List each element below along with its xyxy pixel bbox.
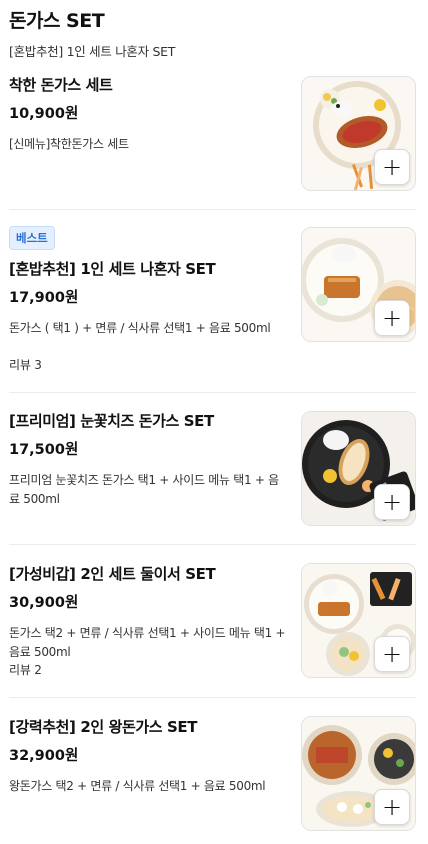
best-badge: 베스트 xyxy=(9,226,55,250)
menu-item-description: 돈가스 ( 택1 ) + 면류 / 식사류 선택1 + 음료 500ml xyxy=(9,321,271,335)
menu-item-price: 32,900원 xyxy=(9,748,79,764)
menu-item-name: 착한 돈가스 세트 xyxy=(9,76,113,94)
add-to-cart-button[interactable]: + xyxy=(374,149,410,185)
menu-item-3[interactable]: [프리미엄] 눈꽃치즈 돈가스 SET 17,500원 프리미엄 눈꽃치즈 돈가… xyxy=(0,410,428,544)
item-divider xyxy=(9,392,416,393)
review-count[interactable]: 리뷰 3 xyxy=(9,356,42,373)
menu-item-price: 10,900원 xyxy=(9,106,79,122)
menu-item-info: [가성비갑] 2인 세트 둘이서 SET 30,900원 돈가스 택2 + 면류… xyxy=(9,563,287,662)
item-divider xyxy=(9,209,416,210)
menu-item-description: 돈가스 택2 + 면류 / 식사류 선택1 + 사이드 메뉴 택1 + 음료 5… xyxy=(9,626,286,659)
menu-item-info: 베스트 [혼밥추천] 1인 세트 나혼자 SET 17,900원 돈가스 ( 택… xyxy=(9,226,287,338)
category-header: 돈가스 SET [혼밥추천] 1인 세트 나혼자 SET xyxy=(9,6,419,60)
menu-item-image[interactable]: + xyxy=(301,227,416,342)
category-subtitle: [혼밥추천] 1인 세트 나혼자 SET xyxy=(9,44,176,59)
menu-item-info: 착한 돈가스 세트 10,900원 [신메뉴]착한돈가스 세트 xyxy=(9,74,287,154)
menu-item-info: [프리미엄] 눈꽃치즈 돈가스 SET 17,500원 프리미엄 눈꽃치즈 돈가… xyxy=(9,410,287,509)
plus-icon: + xyxy=(381,640,403,668)
menu-item-1[interactable]: 착한 돈가스 세트 10,900원 [신메뉴]착한돈가스 세트 + xyxy=(0,74,428,208)
menu-item-4[interactable]: [가성비갑] 2인 세트 둘이서 SET 30,900원 돈가스 택2 + 면류… xyxy=(0,563,428,697)
menu-item-description: 왕돈가스 택2 + 면류 / 식사류 선택1 + 음료 500ml xyxy=(9,779,266,793)
item-divider xyxy=(9,697,416,698)
add-to-cart-button[interactable]: + xyxy=(374,300,410,336)
plus-icon: + xyxy=(381,488,403,516)
menu-item-image[interactable]: + xyxy=(301,563,416,678)
menu-item-price: 17,900원 xyxy=(9,290,79,306)
item-divider xyxy=(9,544,416,545)
plus-icon: + xyxy=(381,304,403,332)
add-to-cart-button[interactable]: + xyxy=(374,636,410,672)
menu-item-name: [프리미엄] 눈꽃치즈 돈가스 SET xyxy=(9,412,214,430)
menu-item-price: 30,900원 xyxy=(9,595,79,611)
menu-item-image[interactable]: + xyxy=(301,76,416,191)
menu-item-name: [강력추천] 2인 왕돈가스 SET xyxy=(9,718,198,736)
menu-item-image[interactable]: + xyxy=(301,411,416,526)
menu-item-description: 프리미엄 눈꽃치즈 돈가스 택1 + 사이드 메뉴 택1 + 음료 500ml xyxy=(9,473,279,506)
menu-item-5[interactable]: [강력추천] 2인 왕돈가스 SET 32,900원 왕돈가스 택2 + 면류 … xyxy=(0,716,428,836)
menu-item-info: [강력추천] 2인 왕돈가스 SET 32,900원 왕돈가스 택2 + 면류 … xyxy=(9,716,287,796)
menu-item-2[interactable]: 베스트 [혼밥추천] 1인 세트 나혼자 SET 17,900원 돈가스 ( 택… xyxy=(0,226,428,391)
menu-item-name: [가성비갑] 2인 세트 둘이서 SET xyxy=(9,565,216,583)
menu-item-name: [혼밥추천] 1인 세트 나혼자 SET xyxy=(9,260,216,278)
menu-item-price: 17,500원 xyxy=(9,442,79,458)
menu-item-image[interactable]: + xyxy=(301,716,416,831)
add-to-cart-button[interactable]: + xyxy=(374,789,410,825)
add-to-cart-button[interactable]: + xyxy=(374,484,410,520)
menu-item-description: [신메뉴]착한돈가스 세트 xyxy=(9,137,129,151)
category-title: 돈가스 SET xyxy=(9,10,105,32)
plus-icon: + xyxy=(381,793,403,821)
review-count[interactable]: 리뷰 2 xyxy=(9,661,42,678)
plus-icon: + xyxy=(381,153,403,181)
